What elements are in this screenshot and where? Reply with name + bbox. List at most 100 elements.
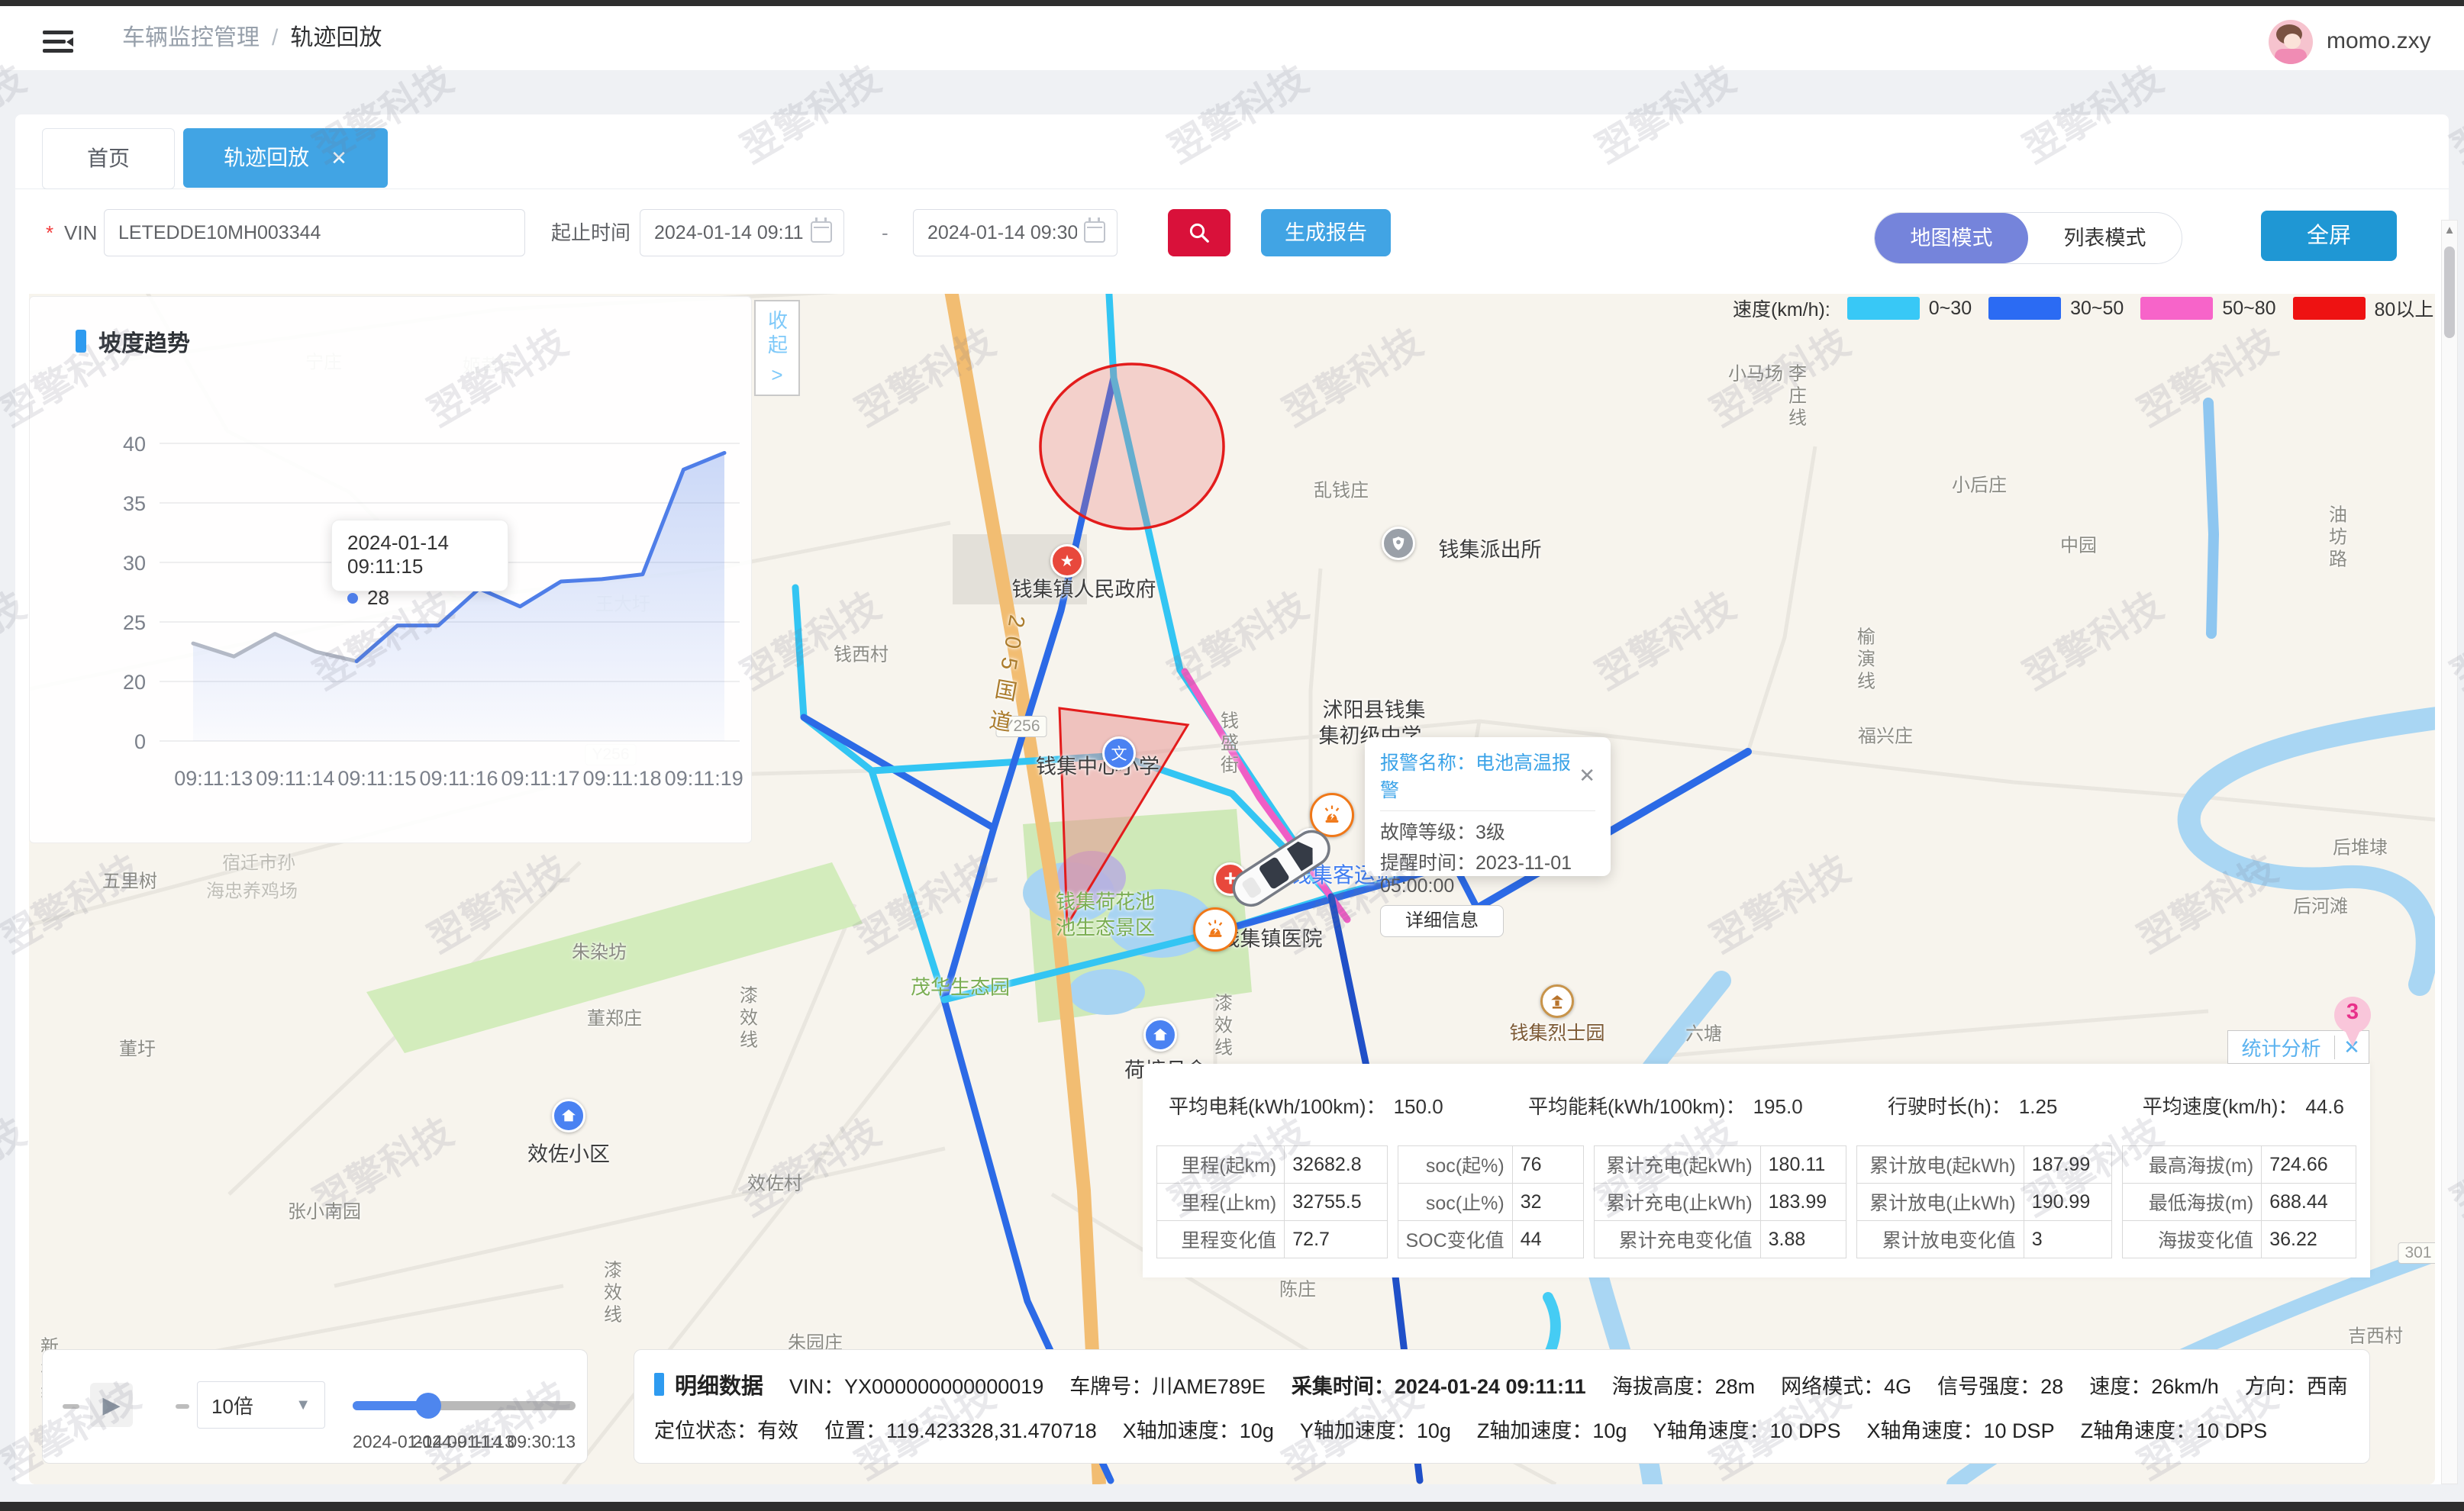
detail-title-marker-icon [654, 1373, 664, 1396]
detail-item: 方向：西南 [2245, 1370, 2348, 1400]
stat-cell-label: 累计充电(止kWh) [1594, 1184, 1760, 1221]
detail-item: Z轴角速度：10 DPS [2081, 1414, 2268, 1444]
slope-trend-panel: 坡度趋势 0202530354009:11:1309:11:1409:11:15… [29, 296, 752, 843]
generate-report-button[interactable]: 生成报告 [1261, 209, 1391, 256]
search-button[interactable] [1168, 209, 1230, 256]
collapse-panel-button[interactable]: 收起 > [754, 300, 800, 396]
cluster-pin[interactable]: 3 [2334, 997, 2371, 1033]
stat-cell-value: 76 [1512, 1146, 1583, 1184]
playback-end-time: 2024-01-14 09:30:13 [412, 1432, 576, 1452]
calendar-icon[interactable] [811, 221, 832, 243]
chevron-right-icon: > [771, 363, 782, 387]
map-label: 福兴庄 [1858, 721, 1913, 748]
stat-cell-value: 32682.8 [1285, 1146, 1387, 1184]
map-label: 海忠养鸡场 [206, 876, 298, 903]
map-mode-button[interactable]: 地图模式 [1875, 213, 2028, 263]
map-label: 钱盛街 [1214, 711, 1241, 778]
map-label: 五里树 [102, 866, 157, 893]
stats-group-table: 累计充电(起kWh)180.11累计充电(止kWh)183.99累计充电变化值3… [1594, 1145, 1847, 1258]
house-poi-icon [552, 1099, 585, 1132]
alarm-marker-icon[interactable] [1193, 907, 1237, 952]
stat-cell-value: 187.99 [2024, 1146, 2111, 1184]
alarm-title: 报警名称：电池高温报警 [1380, 748, 1579, 803]
list-mode-button[interactable]: 列表模式 [2028, 213, 2182, 263]
series-dot-icon [347, 593, 358, 604]
map-label: 乱钱庄 [1314, 475, 1369, 502]
alarm-level: 故障等级：3级 [1380, 817, 1595, 845]
map-label: 朱染坊 [572, 937, 627, 964]
map-label: 漆效线 [598, 1261, 624, 1327]
app-header: 车辆监控管理/轨迹回放 momo.zxy [0, 6, 2464, 71]
legend-item: 50~80 [2140, 297, 2275, 320]
scrollbar-thumb[interactable] [2444, 246, 2455, 338]
scroll-up-arrow[interactable]: ▲ [2442, 224, 2457, 237]
stat-cell-value: 36.22 [2262, 1221, 2356, 1258]
stat-cell-value: 72.7 [1285, 1221, 1387, 1258]
vin-label: VIN [64, 208, 97, 258]
map-label: 中园 [2060, 530, 2097, 557]
stats-group-table: 累计放电(起kWh)187.99累计放电(止kWh)190.99累计放电变化值3 [1856, 1145, 2111, 1258]
window-top-edge [0, 0, 2464, 6]
tabs-divider [15, 188, 2449, 189]
detail-item: 车牌号：川AME789E [1069, 1370, 1266, 1400]
map-label: 池生态景区 [1056, 913, 1155, 941]
map-label: 钱集荷花池 [1056, 887, 1155, 915]
map-label: 漆效线 [734, 986, 760, 1052]
stat-cell-label: SOC变化值 [1398, 1221, 1512, 1258]
svg-text:09:11:18: 09:11:18 [583, 767, 662, 790]
stat-cell-value: 190.99 [2024, 1184, 2111, 1221]
tab-track-playback[interactable]: 轨迹回放 ✕ [183, 128, 388, 188]
tab-home[interactable]: 首页 [42, 128, 175, 189]
stat-summary-value: 195.0 [1753, 1095, 1803, 1118]
stat-cell-value: 32755.5 [1285, 1184, 1387, 1221]
map-label: 陈庄 [1279, 1274, 1316, 1301]
vertical-scrollbar[interactable]: ▲ [2441, 220, 2458, 1484]
stat-cell-value: 183.99 [1760, 1184, 1846, 1221]
play-button[interactable]: ▶ [90, 1383, 133, 1427]
stat-summary-label: 行驶时长(h)： [1888, 1095, 2011, 1118]
map-label: 钱集镇人民政府 [1012, 573, 1156, 603]
menu-fold-icon[interactable] [43, 31, 73, 53]
breadcrumb-section[interactable]: 车辆监控管理 [122, 25, 260, 50]
alarm-detail-button[interactable]: 详细信息 [1380, 905, 1504, 937]
stat-cell-value: 3 [2024, 1221, 2111, 1258]
chart-tooltip: 2024-01-14 09:11:15 28 [331, 520, 508, 591]
map-label: 后河滩 [2293, 891, 2348, 918]
stats-panel: 平均电耗(kWh/100km)：150.0平均能耗(kWh/100km)：195… [1143, 1064, 2370, 1277]
speed-select[interactable]: 10倍 ▼ [197, 1381, 325, 1429]
stat-summary-value: 150.0 [1394, 1095, 1443, 1118]
svg-text:09:11:16: 09:11:16 [419, 767, 498, 790]
detail-item: Z轴加速度：10g [1477, 1414, 1627, 1444]
map-label: 六塘 [1685, 1019, 1722, 1045]
popup-close-icon[interactable]: ✕ [1579, 764, 1595, 788]
police-poi-icon [1382, 527, 1415, 560]
stats-tab-label: 统计分析 [2228, 1033, 2334, 1062]
map-label: 漆效线 [1208, 994, 1235, 1060]
detail-line-1: 明细数据 VIN：YX000000000000019车牌号：川AME789E采集… [654, 1362, 2350, 1406]
fullscreen-button[interactable]: 全屏 [2261, 211, 2397, 261]
playback-slider[interactable] [353, 1401, 576, 1410]
calendar-icon[interactable] [1084, 221, 1105, 243]
stats-table: 里程(起km)32682.8里程(止km)32755.5里程变化值72.7soc… [1156, 1145, 2356, 1258]
government-star-icon: ★ [1050, 544, 1084, 578]
detail-item: Y轴加速度：10g [1300, 1414, 1451, 1444]
legend-swatch [2293, 297, 2366, 320]
map-label: 张小南园 [288, 1197, 361, 1223]
vin-input[interactable] [104, 209, 525, 256]
legend-label: 30~50 [2070, 298, 2124, 320]
avatar[interactable] [2269, 20, 2313, 64]
user-name[interactable]: momo.zxy [2327, 6, 2431, 76]
chevron-down-icon: ▼ [295, 1397, 311, 1414]
legend-item: 0~30 [1847, 297, 1972, 320]
search-icon [1188, 221, 1211, 244]
breadcrumb: 车辆监控管理/轨迹回放 [122, 6, 382, 70]
detail-item: 网络模式：4G [1781, 1370, 1911, 1400]
stat-summary-value: 44.6 [2305, 1095, 2344, 1118]
playback-tick [176, 1404, 189, 1409]
legend-label: 0~30 [1929, 298, 1972, 320]
stats-group-table: soc(起%)76soc(止%)32SOC变化值44 [1398, 1145, 1584, 1258]
tab-close-icon[interactable]: ✕ [331, 128, 347, 188]
svg-text:25: 25 [123, 611, 146, 634]
svg-text:20: 20 [123, 671, 146, 694]
map-label: 效佐村 [747, 1168, 802, 1195]
